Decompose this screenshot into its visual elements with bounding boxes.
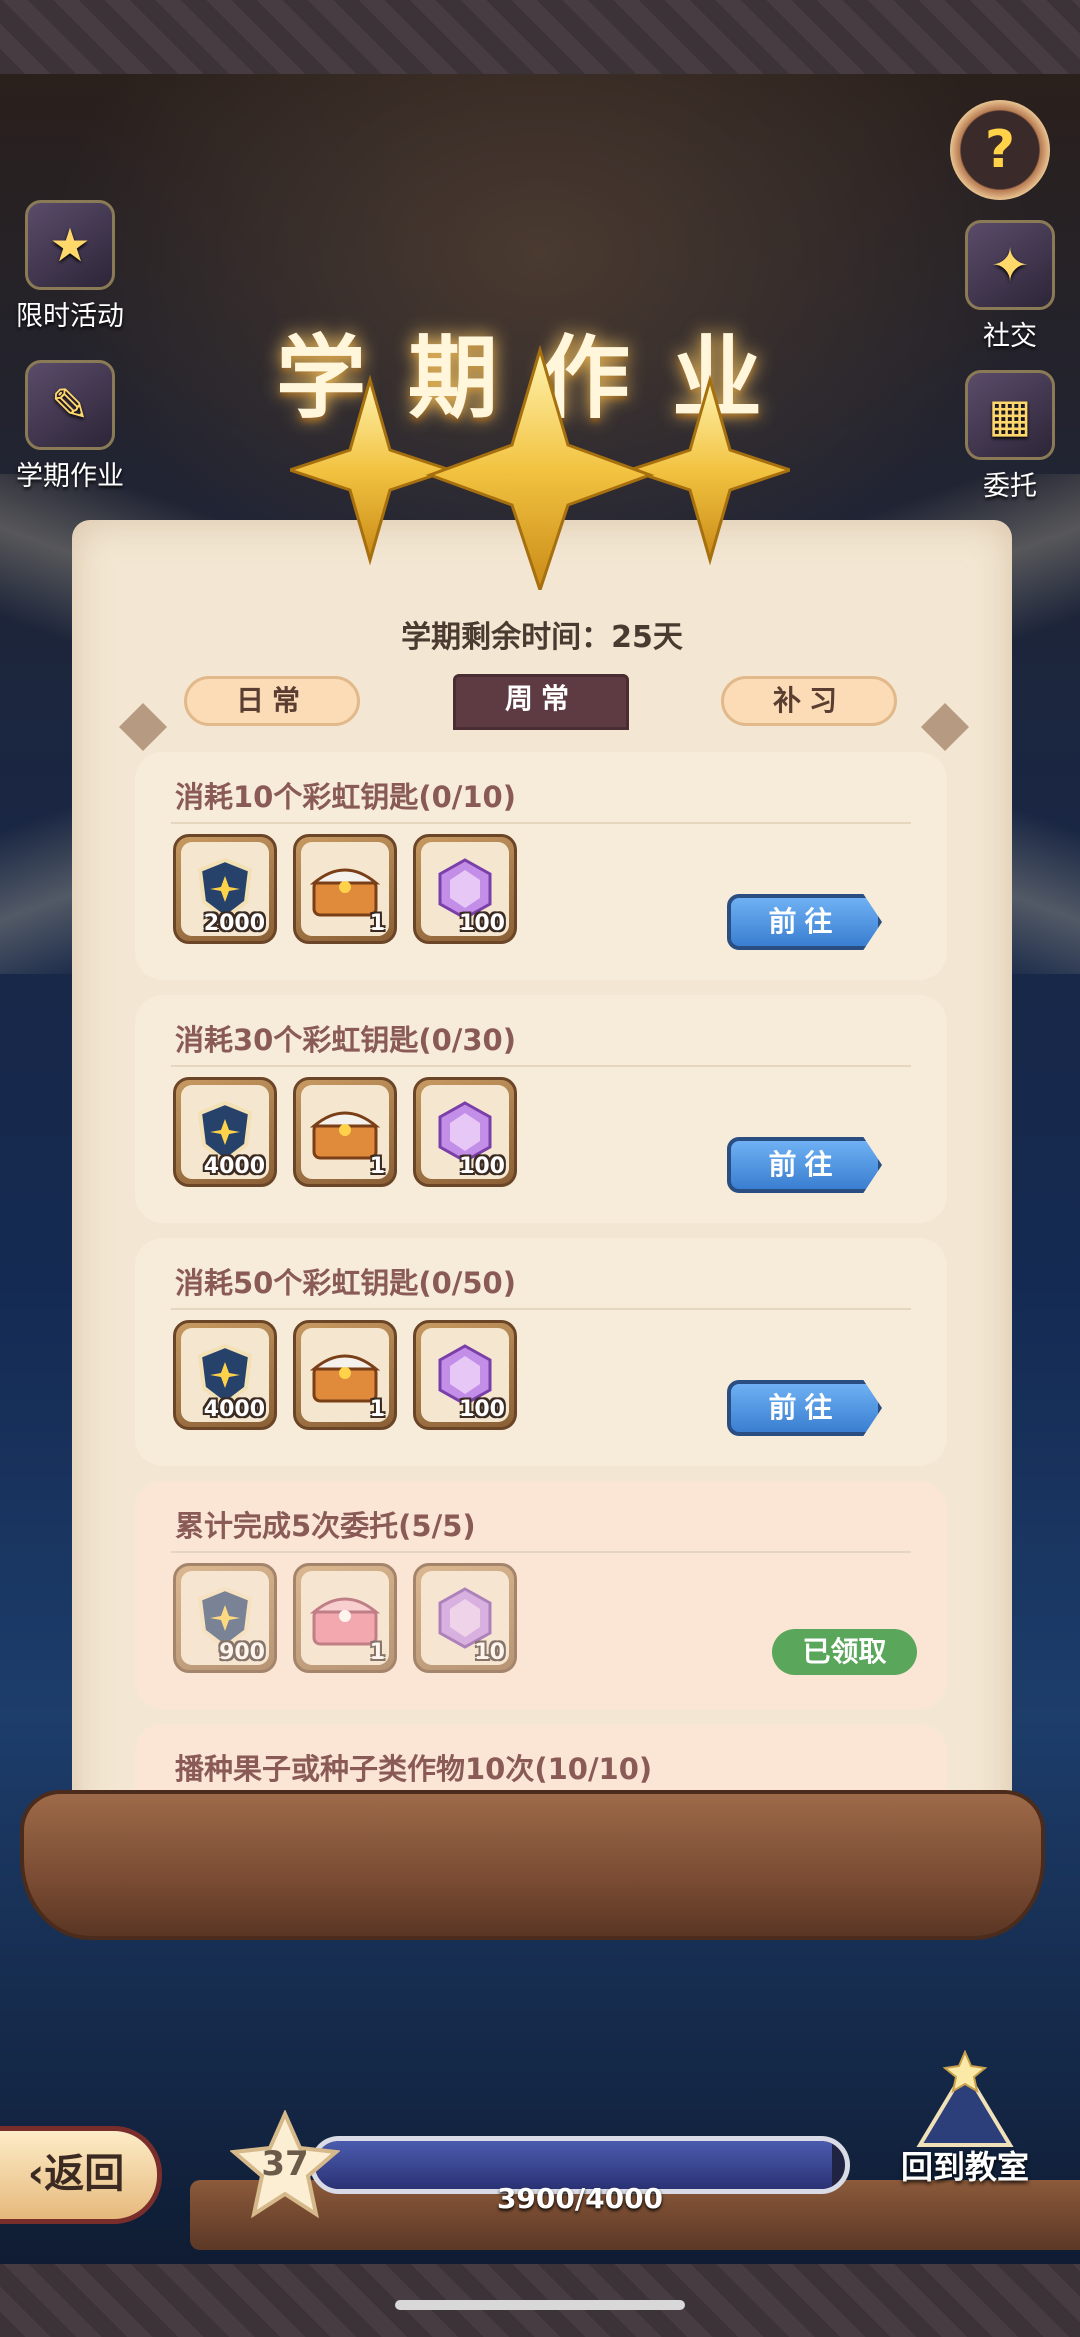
task-title: 消耗10个彩虹钥匙(0/10) [175, 780, 516, 814]
classroom-label: 回到教室 [900, 2148, 1029, 2186]
reward-item[interactable]: 4000 [173, 1077, 277, 1187]
chevron-left-icon: ‹ [27, 2151, 45, 2197]
return-to-classroom-button[interactable]: 回到教室 [880, 2049, 1050, 2200]
reward-item[interactable]: 100 [413, 1077, 517, 1187]
reward-count: 100 [459, 911, 505, 936]
divider [171, 1308, 911, 1310]
goto-button[interactable]: 前往 [727, 1137, 882, 1193]
side-button-label: 委托 [983, 471, 1037, 502]
reward-item[interactable]: 100 [413, 834, 517, 944]
reward-count: 2000 [203, 911, 265, 936]
goto-button[interactable]: 前往 [727, 894, 882, 950]
reward-item[interactable]: 900 [173, 1563, 277, 1673]
level-progress: 37 3900/4000 [230, 2110, 850, 2220]
reward-item[interactable]: 100 [413, 1320, 517, 1430]
semester-time-remaining: 学期剩余时间：25天 [401, 620, 683, 655]
reward-count: 100 [459, 1397, 505, 1422]
reward-item[interactable]: 1 [293, 834, 397, 944]
scroll-roll-bottom [20, 1790, 1045, 1940]
side-button-label: 学期作业 [16, 461, 124, 492]
task-title: 播种果子或种子类作物10次(10/10) [175, 1752, 653, 1786]
commission-icon: ▦ [965, 370, 1055, 460]
homework-icon: ✎ [25, 360, 115, 450]
reward-count: 4000 [203, 1154, 265, 1179]
home-indicator[interactable] [395, 2300, 685, 2310]
help-button[interactable]: ? [950, 100, 1050, 200]
task-title: 消耗50个彩虹钥匙(0/50) [175, 1266, 516, 1300]
task-card: 累计完成5次委托(5/5) 900 1 10 已领取 [135, 1481, 947, 1709]
reward-count: 1 [369, 1640, 385, 1665]
reward-count: 900 [219, 1640, 265, 1665]
tab-tutoring[interactable]: 补习 [721, 676, 897, 726]
divider [171, 822, 911, 824]
task-card: 消耗10个彩虹钥匙(0/10) 2000 1 100 前往 [135, 752, 947, 980]
reward-count: 1 [369, 1154, 385, 1179]
reward-item[interactable]: 1 [293, 1563, 397, 1673]
reward-count: 4000 [203, 1397, 265, 1422]
side-button-homework[interactable]: ✎ 学期作业 [10, 360, 130, 493]
reward-item[interactable]: 1 [293, 1320, 397, 1430]
divider [171, 1551, 911, 1553]
side-button-commission[interactable]: ▦ 委托 [950, 370, 1070, 503]
task-title: 消耗30个彩虹钥匙(0/30) [175, 1023, 516, 1057]
reward-count: 100 [459, 1154, 505, 1179]
tab-daily[interactable]: 日常 [184, 676, 360, 726]
task-list[interactable]: 消耗10个彩虹钥匙(0/10) 2000 1 100 前往 消耗30个彩虹钥匙(… [135, 752, 955, 1862]
reward-count: 10 [474, 1640, 505, 1665]
divider [171, 1065, 911, 1067]
claimed-badge: 已领取 [772, 1629, 917, 1675]
social-icon: ✦ [965, 220, 1055, 310]
reward-item[interactable]: 1 [293, 1077, 397, 1187]
reward-count: 1 [369, 1397, 385, 1422]
side-button-social[interactable]: ✦ 社交 [950, 220, 1070, 353]
side-button-event[interactable]: ★ 限时活动 [10, 200, 130, 333]
reward-item[interactable]: 2000 [173, 834, 277, 944]
reward-count: 1 [369, 911, 385, 936]
player-level: 37 [261, 2144, 309, 2184]
event-icon: ★ [25, 200, 115, 290]
task-card: 消耗50个彩虹钥匙(0/50) 4000 1 100 前往 [135, 1238, 947, 1466]
tab-weekly[interactable]: 周常 [453, 674, 629, 730]
task-title: 累计完成5次委托(5/5) [175, 1509, 476, 1543]
question-icon: ? [984, 120, 1016, 180]
goto-button[interactable]: 前往 [727, 1380, 882, 1436]
classroom-tent-icon [916, 2049, 1014, 2147]
back-label: 返回 [44, 2151, 125, 2197]
back-button[interactable]: ‹返回 [0, 2126, 162, 2224]
status-bar [0, 0, 1080, 74]
side-button-label: 社交 [983, 321, 1037, 352]
title-stars-icon [290, 344, 790, 590]
task-card: 消耗30个彩虹钥匙(0/30) 4000 1 100 前往 [135, 995, 947, 1223]
reward-item[interactable]: 4000 [173, 1320, 277, 1430]
xp-text: 3900/4000 [496, 2182, 664, 2215]
side-button-label: 限时活动 [16, 301, 124, 332]
reward-item[interactable]: 10 [413, 1563, 517, 1673]
